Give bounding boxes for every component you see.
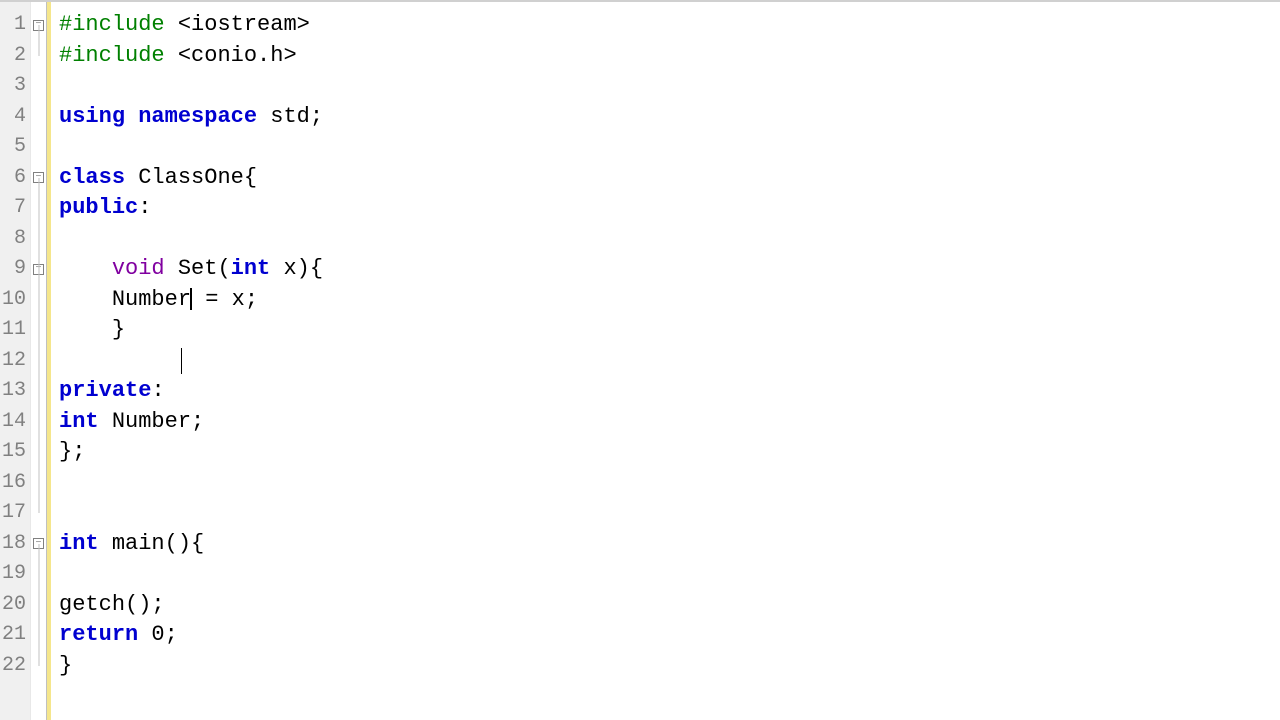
code-line xyxy=(59,498,1280,529)
code-editor: 1 2 3 4 5 6 7 8 9 10 11 12 13 14 15 16 1… xyxy=(0,2,1280,720)
code-line: int Number; xyxy=(59,407,1280,438)
code-line: void Set(int x){ xyxy=(59,254,1280,285)
code-line: #include <conio.h> xyxy=(59,41,1280,72)
line-number[interactable]: 15 xyxy=(0,437,30,468)
code-line xyxy=(59,224,1280,255)
line-number[interactable]: 9 xyxy=(0,254,30,285)
code-line: getch(); xyxy=(59,590,1280,621)
line-number[interactable]: 3 xyxy=(0,71,30,102)
line-number[interactable]: 6 xyxy=(0,163,30,194)
line-number[interactable]: 19 xyxy=(0,559,30,590)
code-line: } xyxy=(59,315,1280,346)
line-number[interactable]: 17 xyxy=(0,498,30,529)
line-number[interactable]: 5 xyxy=(0,132,30,163)
line-number[interactable]: 4 xyxy=(0,102,30,133)
code-line xyxy=(59,71,1280,102)
code-line: private: xyxy=(59,376,1280,407)
line-number[interactable]: 16 xyxy=(0,468,30,499)
line-number[interactable]: 10 xyxy=(0,285,30,316)
code-line xyxy=(59,468,1280,499)
line-number[interactable]: 21 xyxy=(0,620,30,651)
fold-column: − − − − xyxy=(31,2,47,720)
code-line: public: xyxy=(59,193,1280,224)
line-number[interactable]: 20 xyxy=(0,590,30,621)
text-caret-icon xyxy=(181,348,182,374)
code-line: return 0; xyxy=(59,620,1280,651)
code-line xyxy=(59,559,1280,590)
line-number[interactable]: 12 xyxy=(0,346,30,377)
line-number[interactable]: 1 xyxy=(0,10,30,41)
line-number[interactable]: 11 xyxy=(0,315,30,346)
line-number[interactable]: 22 xyxy=(0,651,30,682)
gutter: 1 2 3 4 5 6 7 8 9 10 11 12 13 14 15 16 1… xyxy=(0,2,31,720)
line-numbers: 1 2 3 4 5 6 7 8 9 10 11 12 13 14 15 16 1… xyxy=(0,10,30,681)
line-number[interactable]: 2 xyxy=(0,41,30,72)
line-number[interactable]: 7 xyxy=(0,193,30,224)
line-number[interactable]: 14 xyxy=(0,407,30,438)
line-number[interactable]: 13 xyxy=(0,376,30,407)
code-line: }; xyxy=(59,437,1280,468)
code-line xyxy=(59,346,1280,377)
code-line: } xyxy=(59,651,1280,682)
line-number[interactable]: 8 xyxy=(0,224,30,255)
code-line: #include <iostream> xyxy=(59,10,1280,41)
code-line: class ClassOne{ xyxy=(59,163,1280,194)
code-line: using namespace std; xyxy=(59,102,1280,133)
line-number[interactable]: 18 xyxy=(0,529,30,560)
code-line: int main(){ xyxy=(59,529,1280,560)
code-line xyxy=(59,132,1280,163)
code-area[interactable]: #include <iostream> #include <conio.h> u… xyxy=(51,2,1280,720)
code-line: Number = x; xyxy=(59,285,1280,316)
